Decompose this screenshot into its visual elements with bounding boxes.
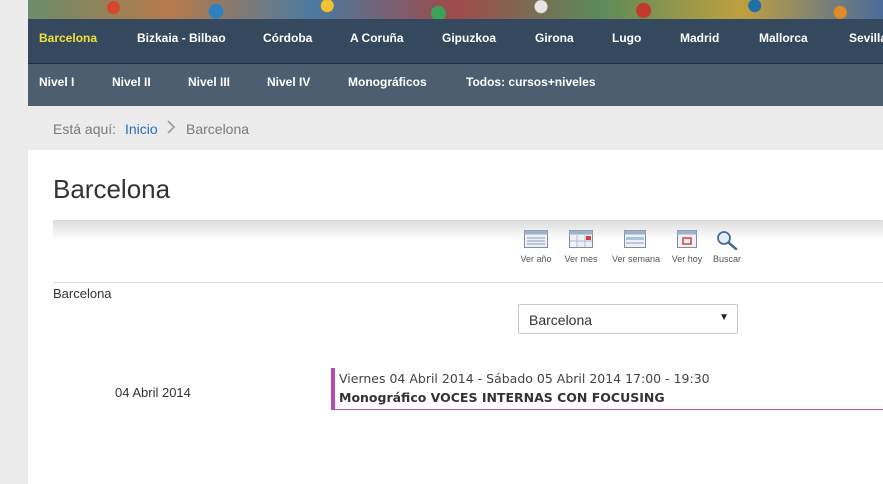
nav-city-gipuzkoa[interactable]: Gipuzkoa xyxy=(442,31,496,45)
search-label: Buscar xyxy=(712,254,741,264)
nav-todos-cursos-niveles[interactable]: Todos: cursos+niveles xyxy=(466,75,596,89)
calendar-month-icon xyxy=(569,230,593,248)
level-nav: Nivel I Nivel II Nivel III Nivel IV Mono… xyxy=(28,64,883,106)
nav-city-barcelona[interactable]: Barcelona xyxy=(39,31,97,45)
breadcrumb-home-link[interactable]: Inicio xyxy=(125,121,158,137)
nav-city-girona[interactable]: Girona xyxy=(535,31,574,45)
breadcrumb-prefix: Está aquí: xyxy=(53,121,117,137)
chevron-down-icon: ▼ xyxy=(719,312,729,323)
nav-city-a-coruna[interactable]: A Coruña xyxy=(350,31,404,45)
event-item: Viernes 04 Abril 2014 - Sábado 05 Abril … xyxy=(331,368,883,410)
nav-level-3[interactable]: Nivel III xyxy=(188,75,230,89)
view-month-label: Ver mes xyxy=(564,254,598,264)
category-select-value: Barcelona xyxy=(529,312,593,328)
event-datetime: Viernes 04 Abril 2014 - Sábado 05 Abril … xyxy=(339,371,710,386)
nav-level-2[interactable]: Nivel II xyxy=(112,75,151,89)
breadcrumb-chevron-icon xyxy=(166,120,176,137)
search-button[interactable]: Buscar xyxy=(704,230,750,264)
view-year-label: Ver año xyxy=(520,254,552,264)
event-title-link[interactable]: Monográfico VOCES INTERNAS CON FOCUSING xyxy=(339,390,665,405)
view-year-button[interactable]: Ver año xyxy=(513,230,559,264)
calendar-today-icon xyxy=(677,230,697,248)
nav-city-mallorca[interactable]: Mallorca xyxy=(759,31,808,45)
nav-city-cordoba[interactable]: Córdoba xyxy=(263,31,312,45)
nav-level-4[interactable]: Nivel IV xyxy=(267,75,310,89)
nav-city-bizkaia-bilbao[interactable]: Bizkaia - Bilbao xyxy=(137,31,226,45)
section-divider xyxy=(53,282,883,283)
event-date: 04 Abril 2014 xyxy=(115,385,191,400)
main-content: Barcelona Ver año Ver mes Ver semana Ver… xyxy=(28,150,883,484)
search-icon xyxy=(717,231,738,250)
nav-city-sevilla[interactable]: Sevilla xyxy=(849,31,883,45)
page-title: Barcelona xyxy=(53,174,171,204)
category-label: Barcelona xyxy=(53,286,112,301)
calendar-year-icon xyxy=(524,230,548,248)
toolbar-shadow-divider xyxy=(53,220,883,240)
header-banner-image xyxy=(28,0,883,19)
nav-monograficos[interactable]: Monográficos xyxy=(348,75,427,89)
breadcrumb: Está aquí: Inicio Barcelona xyxy=(28,107,883,150)
nav-city-lugo[interactable]: Lugo xyxy=(612,31,641,45)
category-select[interactable]: Barcelona ▼ xyxy=(518,304,738,334)
left-margin xyxy=(0,0,28,484)
breadcrumb-current: Barcelona xyxy=(186,121,250,137)
nav-level-1[interactable]: Nivel I xyxy=(39,75,74,89)
nav-city-madrid[interactable]: Madrid xyxy=(680,31,719,45)
city-nav: Barcelona Bizkaia - Bilbao Córdoba A Cor… xyxy=(28,19,883,64)
view-week-button[interactable]: Ver semana xyxy=(612,230,661,264)
view-week-label: Ver semana xyxy=(612,254,661,264)
calendar-week-icon xyxy=(624,230,646,248)
view-month-button[interactable]: Ver mes xyxy=(558,230,604,264)
